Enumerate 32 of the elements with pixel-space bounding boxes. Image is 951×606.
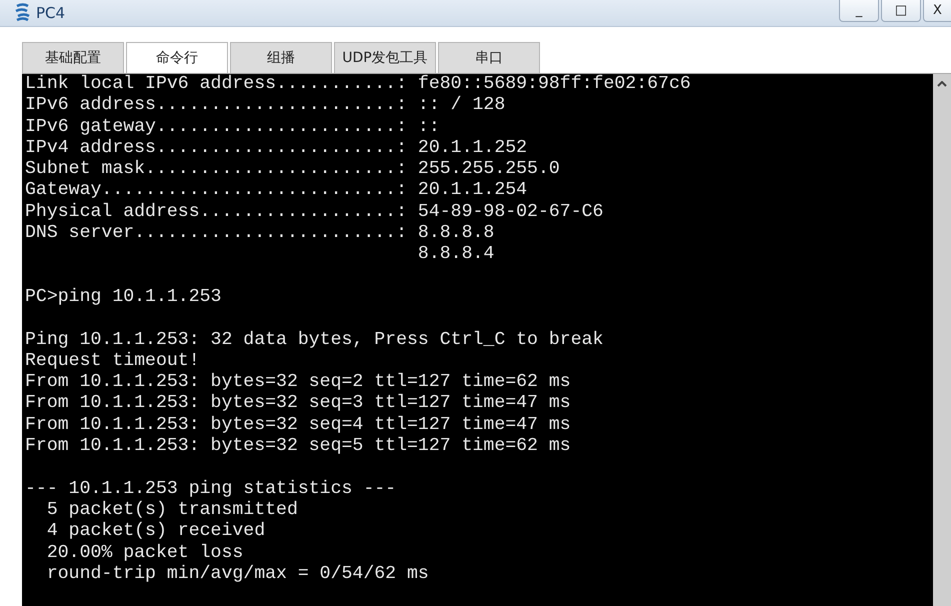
terminal-line: IPv6 gateway......................: :: bbox=[25, 116, 441, 138]
close-button[interactable]: X bbox=[923, 0, 951, 22]
tab[interactable]: UDP发包工具 bbox=[334, 42, 436, 73]
terminal-line: 20.00% packet loss bbox=[46, 542, 244, 564]
terminal-line: 4 packet(s) received bbox=[46, 521, 266, 543]
maximize-button[interactable]: □ bbox=[881, 0, 921, 22]
terminal-line: From 10.1.1.253: bytes=32 seq=2 ttl=127 time=62 ms bbox=[25, 372, 572, 394]
terminal-line: Request timeout! bbox=[25, 350, 201, 372]
terminal-line: From 10.1.1.253: bytes=32 seq=5 ttl=127 time=62 ms bbox=[25, 436, 572, 458]
tab[interactable]: 命令行 bbox=[126, 42, 228, 73]
terminal-line: Ping 10.1.1.253: 32 data bytes, Press Ctrl_C to break bbox=[25, 330, 604, 351]
tab[interactable]: 组播 bbox=[230, 42, 332, 73]
terminal-line: From 10.1.1.253: bytes=32 seq=4 ttl=127 time=47 ms bbox=[25, 414, 572, 436]
terminal-line: IPv4 address......................: 20.1.1.252 bbox=[25, 138, 528, 160]
terminal-line: IPv6 address......................: :: / 128 bbox=[25, 95, 506, 117]
terminal-line: DNS server........................: 8.8.8.8 bbox=[25, 223, 496, 244]
app-icon bbox=[14, 3, 32, 23]
tab[interactable]: 基础配置 bbox=[22, 42, 124, 73]
minimize-button[interactable]: _ bbox=[839, 0, 879, 22]
scrollbar[interactable] bbox=[933, 74, 951, 606]
window-title: PC4 bbox=[36, 4, 66, 22]
terminal-line: From 10.1.1.253: bytes=32 seq=3 ttl=127 time=47 ms bbox=[25, 393, 572, 415]
terminal-line: Physical address..................: 54-89-98-02-67-C6 bbox=[25, 202, 604, 224]
terminal-line: PC>ping 10.1.1.253 bbox=[25, 286, 222, 308]
terminal-line: --- 10.1.1.253 ping statistics --- bbox=[25, 478, 398, 500]
terminal-line: round-trip min/avg/max = 0/54/62 ms bbox=[46, 564, 430, 586]
terminal-line: 8.8.8.4 bbox=[416, 244, 496, 266]
terminal-line: Gateway...........................: 20.1.1.254 bbox=[25, 180, 528, 202]
terminal-line: Link local IPv6 address...........: fe80::5689:98ff:fe02:67c6 bbox=[25, 74, 692, 96]
tab[interactable]: 串口 bbox=[438, 42, 540, 73]
terminal-line: 5 packet(s) transmitted bbox=[46, 500, 299, 522]
terminal-line: Subnet mask.......................: 255.255.255.0 bbox=[25, 159, 561, 180]
